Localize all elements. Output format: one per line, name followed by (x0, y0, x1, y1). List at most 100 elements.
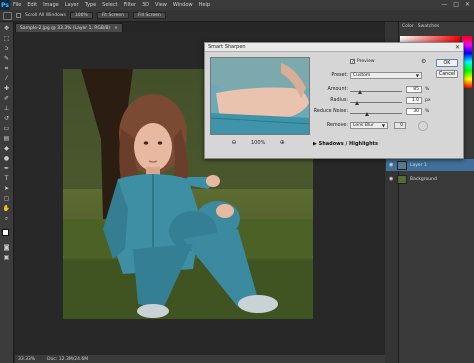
layer-thumbnail (397, 174, 407, 184)
reduce-noise-slider-handle[interactable] (365, 112, 369, 116)
photoshop-window: Ps File Edit Image Layer Type Select Fil… (0, 0, 474, 363)
radius-slider[interactable] (350, 100, 402, 105)
eye-icon[interactable]: ◉ (389, 162, 394, 168)
status-zoom[interactable]: 33.33% (18, 357, 35, 362)
preview-checkbox[interactable]: ✓ (350, 59, 355, 65)
reduce-noise-input[interactable]: 30 (406, 108, 422, 115)
document-tab[interactable]: Sample-2.jpg @ 33.3% (Layer 1, RGB/8) × (15, 23, 123, 32)
menu-window[interactable]: Window (170, 0, 196, 10)
preset-label: Preset: (331, 73, 348, 78)
amount-unit: % (425, 87, 430, 92)
filter-preview[interactable] (210, 57, 310, 135)
preview-label: Preview (357, 59, 375, 64)
eyedropper-tool-icon[interactable]: ⁄ (2, 75, 11, 82)
document-tab-close-icon[interactable]: × (114, 26, 118, 31)
remove-select[interactable]: Lens Blur ▼ (350, 122, 388, 129)
crop-tool-icon[interactable]: ⌗ (2, 65, 11, 72)
amount-label: Amount: (327, 87, 348, 92)
blur-tool-icon[interactable]: ◆ (2, 145, 11, 152)
path-select-icon[interactable]: ➤ (2, 185, 11, 192)
screen-mode-icon[interactable]: ▣ (2, 254, 11, 261)
document-tab-title: Sample-2.jpg @ 33.3% (Layer 1, RGB/8) (20, 25, 111, 31)
zoom-in-icon[interactable]: ⊕ (279, 140, 285, 146)
radius-unit: px (425, 98, 431, 103)
preset-value: Custom (353, 73, 371, 78)
chevron-down-icon: ▼ (381, 123, 385, 128)
minimize-icon[interactable]: — (441, 1, 447, 8)
ps-logo: Ps (0, 0, 10, 10)
healing-tool-icon[interactable]: ✚ (2, 85, 11, 92)
layer-row-layer-1[interactable]: ◉ Layer 1 (386, 159, 474, 171)
menu-bar: Ps File Edit Image Layer Type Select Fil… (0, 0, 474, 10)
menu-view[interactable]: View (152, 0, 170, 10)
window-controls: — □ ✕ (441, 1, 470, 8)
preview-image (211, 58, 309, 134)
menu-file[interactable]: File (10, 0, 24, 10)
menu-select[interactable]: Select (99, 0, 120, 10)
dialog-close-icon[interactable]: ✕ (454, 44, 461, 51)
hand-tool-sidebar-icon[interactable]: ✋ (2, 205, 11, 212)
layer-row-background[interactable]: ◉ Background (386, 173, 474, 185)
menu-filter[interactable]: Filter (121, 0, 139, 10)
gear-icon[interactable]: ⚙ (421, 58, 426, 65)
preview-zoom-controls: ⊖ 100% ⊕ (231, 140, 285, 147)
angle-dial-icon[interactable] (418, 121, 428, 131)
dialog-title[interactable]: Smart Sharpen (205, 43, 463, 52)
shadows-highlights-toggle[interactable]: ▶ Shadows / Highlights (313, 141, 378, 147)
cancel-button[interactable]: Cancel (436, 70, 458, 78)
stamp-tool-icon[interactable]: ⊥ (2, 105, 11, 112)
menu-edit[interactable]: Edit (24, 0, 40, 10)
radius-label: Radius: (330, 98, 348, 103)
remove-value: Lens Blur (353, 123, 374, 128)
close-icon[interactable]: ✕ (465, 1, 470, 8)
type-tool-icon[interactable]: T (2, 175, 11, 182)
eraser-tool-icon[interactable]: ▭ (2, 125, 11, 132)
status-doc-size: Doc: 12.3M/24.6M (47, 356, 89, 362)
reduce-noise-slider[interactable] (350, 111, 402, 116)
preview-zoom-value: 100% (251, 140, 266, 146)
layer-name: Layer 1 (410, 162, 427, 168)
scroll-all-checkbox[interactable] (16, 13, 21, 18)
hand-tool-icon[interactable] (3, 11, 12, 20)
color-swatches[interactable] (1, 229, 12, 241)
marquee-tool-icon[interactable]: ⬚ (2, 35, 11, 42)
pen-tool-icon[interactable]: ✒ (2, 165, 11, 172)
amount-input[interactable]: 85 (406, 86, 422, 93)
zoom-100-button[interactable]: 100% (69, 12, 93, 19)
amount-slider-handle[interactable] (358, 90, 362, 94)
angle-input[interactable]: 0 (394, 122, 406, 129)
tools-panel: ✥ ⬚ ↄ ✎ ⌗ ⁄ ✚ ✐ ⊥ ↺ ▭ ▤ ◆ ● ✒ T ➤ ▢ ✋ ⌕ … (0, 22, 14, 363)
maximize-icon[interactable]: □ (453, 1, 459, 8)
preset-select[interactable]: Custom ▼ (350, 72, 422, 79)
scroll-all-label: Scroll All Windows (25, 13, 66, 18)
menu-3d[interactable]: 3D (139, 0, 152, 10)
menu-layer[interactable]: Layer (62, 0, 82, 10)
tab-color[interactable]: Color (402, 24, 414, 32)
amount-slider[interactable] (350, 89, 402, 94)
radius-input[interactable]: 1.0 (406, 97, 422, 104)
zoom-tool-icon[interactable]: ⌕ (2, 215, 11, 222)
fill-screen-button[interactable]: Fill Screen (132, 12, 166, 19)
menu-image[interactable]: Image (40, 0, 62, 10)
fit-screen-button[interactable]: Fit Screen (96, 12, 129, 19)
ok-button[interactable]: OK (436, 59, 458, 67)
shape-tool-icon[interactable]: ▢ (2, 195, 11, 202)
history-brush-icon[interactable]: ↺ (2, 115, 11, 122)
brush-tool-icon[interactable]: ✐ (2, 95, 11, 102)
move-tool-icon[interactable]: ✥ (2, 25, 11, 32)
dodge-tool-icon[interactable]: ● (2, 155, 11, 162)
radius-slider-handle[interactable] (355, 101, 359, 105)
quick-mask-icon[interactable]: ◙ (2, 244, 11, 251)
tab-swatches[interactable]: Swatches (418, 24, 440, 32)
zoom-out-icon[interactable]: ⊖ (231, 140, 237, 146)
chevron-down-icon: ▼ (415, 73, 419, 78)
eye-icon[interactable]: ◉ (389, 176, 394, 182)
menu-type[interactable]: Type (82, 0, 99, 10)
menu-help[interactable]: Help (196, 0, 213, 10)
quick-select-tool-icon[interactable]: ✎ (2, 55, 11, 62)
foreground-color[interactable] (1, 229, 9, 236)
layers-panel: ◉ Layer 1 ◉ Background (386, 155, 474, 355)
smart-sharpen-dialog: Smart Sharpen ✕ ⊖ 100% ⊕ ✓ Preview ⚙ Pre… (204, 42, 464, 159)
gradient-tool-icon[interactable]: ▤ (2, 135, 11, 142)
lasso-tool-icon[interactable]: ↄ (2, 45, 11, 52)
